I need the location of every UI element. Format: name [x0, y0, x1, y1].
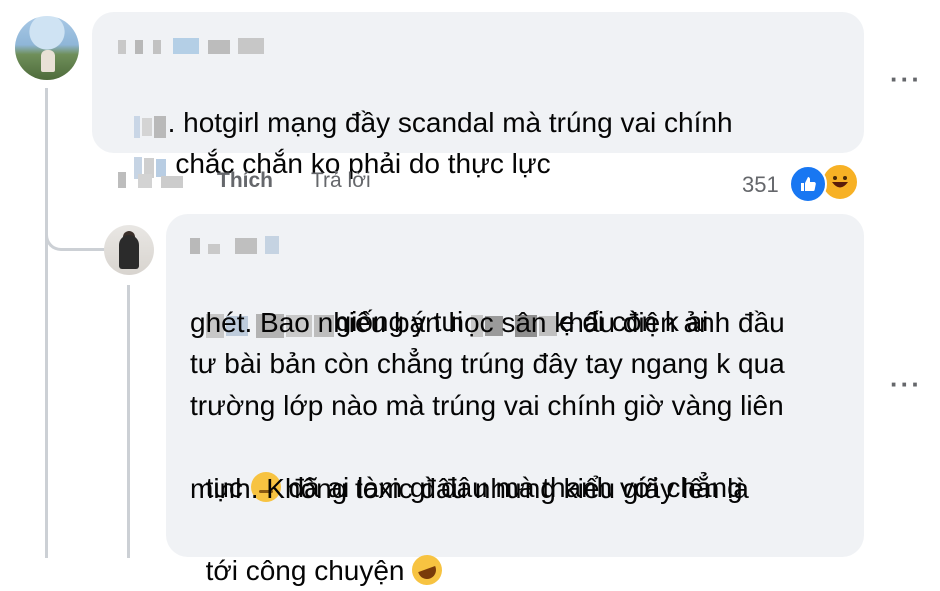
reply-text-line-2: ghét. Bao nhiêu bạn học sân khấu điện ản… — [190, 307, 785, 338]
comment-reply-button[interactable]: Trả lời — [311, 169, 371, 193]
replier-name-redacted[interactable] — [190, 236, 280, 254]
rolling-laugh-icon — [408, 550, 447, 590]
comment-timestamp-redacted[interactable] — [118, 172, 183, 193]
commenter-name-redacted[interactable] — [118, 38, 265, 56]
thread-line — [45, 88, 48, 558]
reply-more-options-icon[interactable]: ··· — [890, 369, 922, 400]
replier-avatar[interactable] — [104, 225, 154, 275]
commenter-avatar[interactable] — [15, 16, 79, 80]
like-icon[interactable] — [789, 165, 827, 203]
comment-more-options-icon[interactable]: ··· — [890, 64, 922, 95]
reply-connector — [45, 180, 106, 251]
reply-text-line-6: minh. Không toxic đâu nhưng kiểu giãy lê… — [190, 473, 749, 504]
reply-text-line-4: trường lớp nào mà trúng vai chính giờ và… — [190, 390, 784, 421]
reply-text-line-7: tới công chuyện — [190, 509, 447, 591]
reaction-count[interactable]: 351 — [742, 172, 779, 198]
reply-text-line-3: tư bài bản còn chẳng trúng đây tay ngang… — [190, 348, 785, 379]
comment-like-button[interactable]: Thích — [217, 169, 273, 193]
reply-thread-line — [127, 285, 130, 558]
